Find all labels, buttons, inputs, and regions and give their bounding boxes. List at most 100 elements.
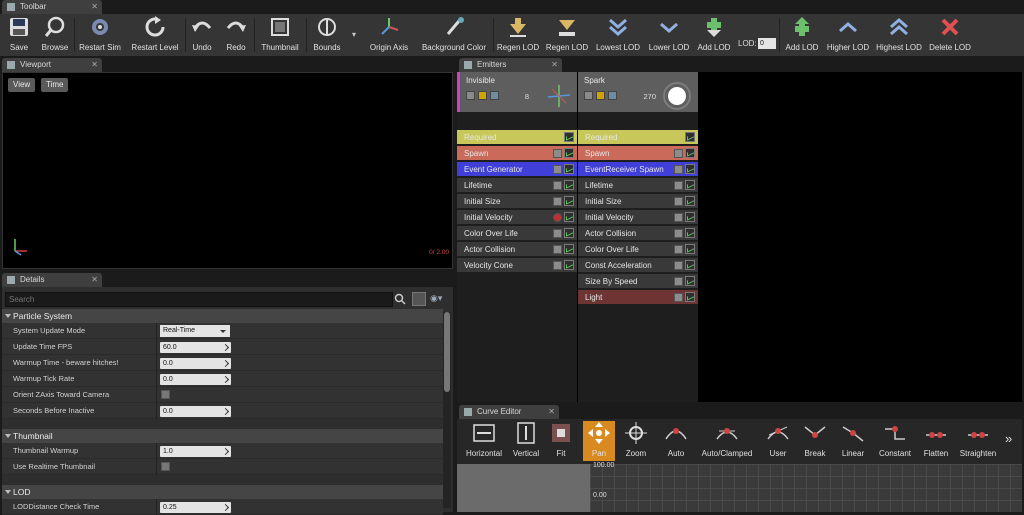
module-curve-icon[interactable] — [564, 148, 574, 158]
module-enable-checkbox[interactable] — [674, 293, 683, 302]
module-enable-checkbox[interactable] — [674, 197, 683, 206]
emitter-module-row[interactable]: Lifetime — [457, 178, 577, 193]
module-curve-icon[interactable] — [685, 292, 695, 302]
emitter-module-row[interactable]: EventReceiver Spawn — [578, 162, 698, 177]
emitter-module-row[interactable]: Event Generator — [457, 162, 577, 177]
module-enable-checkbox[interactable] — [674, 149, 683, 158]
tab-curve-editor[interactable]: Curve Editor ✕ — [459, 405, 559, 419]
emitter-module-row[interactable]: Velocity Cone — [457, 258, 577, 273]
emitter-module-row[interactable]: Spawn — [578, 146, 698, 161]
warmup-tick-rate-field[interactable]: 0.0 — [160, 374, 231, 385]
emitter-module-row[interactable]: Actor Collision — [578, 226, 698, 241]
module-curve-icon[interactable] — [564, 132, 574, 142]
warmup-time-field[interactable]: 0.0 — [160, 358, 231, 369]
module-enable-checkbox[interactable] — [674, 245, 683, 254]
system-update-mode-select[interactable]: Real-Time — [160, 325, 230, 337]
delete-lod-button[interactable]: Delete LOD — [928, 16, 972, 56]
lower-lod-button[interactable]: Lower LOD — [646, 16, 692, 56]
origin-axis-button[interactable]: Origin Axis — [366, 16, 412, 56]
emitter-module-row[interactable]: Required — [457, 130, 577, 145]
emitter-module-row[interactable]: Lifetime — [578, 178, 698, 193]
category-lod[interactable]: LOD — [2, 485, 443, 499]
tab-viewport[interactable]: Viewport ✕ — [2, 58, 102, 72]
module-enable-checkbox[interactable] — [674, 213, 683, 222]
emitter-render-mode-icon[interactable] — [596, 91, 605, 100]
close-icon[interactable]: ✕ — [548, 405, 555, 419]
emitter-solo-icon[interactable] — [490, 91, 499, 100]
constant-button[interactable]: Constant — [875, 421, 915, 461]
close-icon[interactable]: ✕ — [91, 273, 98, 287]
emitter-module-row[interactable]: Initial Size — [578, 194, 698, 209]
lod-value-input[interactable]: 0 — [758, 38, 776, 49]
emitter-solo-icon[interactable] — [608, 91, 617, 100]
viewport-canvas[interactable]: View Time 0/ 2.00 — [2, 72, 453, 269]
view-button[interactable]: View — [8, 78, 36, 92]
seconds-before-inactive-field[interactable]: 0.0 — [160, 406, 231, 417]
lowest-lod-button[interactable]: Lowest LOD — [594, 16, 642, 56]
tab-emitters[interactable]: Emitters ✕ — [459, 58, 562, 72]
bounds-dropdown-arrow-icon[interactable]: ▾ — [352, 30, 356, 39]
lod-distance-check-time-field[interactable]: 0.25 — [160, 502, 231, 513]
restart-sim-button[interactable]: Restart Sim — [77, 16, 123, 56]
browse-button[interactable]: Browse — [38, 16, 72, 56]
emitter-module-row[interactable]: Actor Collision — [457, 242, 577, 257]
emitter-header[interactable]: Invisible 8 — [457, 72, 577, 112]
emitter-module-row[interactable]: Initial Velocity — [457, 210, 577, 225]
category-thumbnail[interactable]: Thumbnail — [2, 429, 443, 443]
emitter-enable-checkbox[interactable] — [584, 91, 593, 100]
module-curve-icon[interactable] — [685, 180, 695, 190]
module-enable-checkbox[interactable] — [553, 213, 562, 222]
module-enable-checkbox[interactable] — [553, 197, 562, 206]
module-curve-icon[interactable] — [685, 196, 695, 206]
curve-graph-area[interactable] — [590, 464, 1022, 512]
module-curve-icon[interactable] — [685, 260, 695, 270]
restart-level-button[interactable]: Restart Level — [128, 16, 182, 56]
thumbnail-warmup-field[interactable]: 1.0 — [160, 446, 231, 457]
background-color-button[interactable]: Background Color — [416, 16, 492, 56]
module-enable-checkbox[interactable] — [553, 181, 562, 190]
module-enable-checkbox[interactable] — [553, 261, 562, 270]
redo-button[interactable]: Redo — [222, 16, 250, 56]
module-curve-icon[interactable] — [564, 244, 574, 254]
regen-lod-button-1[interactable]: Regen LOD — [496, 16, 540, 56]
update-time-fps-field[interactable]: 60.0 — [160, 342, 231, 353]
module-curve-icon[interactable] — [685, 148, 695, 158]
module-curve-icon[interactable] — [564, 196, 574, 206]
details-scrollbar[interactable] — [443, 312, 451, 508]
thumbnail-button[interactable]: Thumbnail — [258, 16, 302, 56]
zoom-button[interactable]: Zoom — [619, 421, 653, 461]
auto-button[interactable]: Auto — [659, 421, 693, 461]
tab-toolbar[interactable]: Toolbar ✕ — [2, 0, 102, 14]
module-curve-icon[interactable] — [564, 228, 574, 238]
emitter-module-row[interactable]: Color Over Life — [457, 226, 577, 241]
module-curve-icon[interactable] — [685, 244, 695, 254]
module-enable-checkbox[interactable] — [553, 149, 562, 158]
module-curve-icon[interactable] — [685, 276, 695, 286]
module-enable-checkbox[interactable] — [553, 165, 562, 174]
break-button[interactable]: Break — [799, 421, 831, 461]
add-lod-button-2[interactable]: Add LOD — [782, 16, 822, 56]
save-button[interactable]: Save — [4, 16, 34, 56]
flatten-button[interactable]: Flatten — [921, 421, 951, 461]
auto-clamped-button[interactable]: Auto/Clamped — [697, 421, 757, 461]
module-enable-checkbox[interactable] — [674, 277, 683, 286]
module-enable-checkbox[interactable] — [674, 165, 683, 174]
module-enable-checkbox[interactable] — [674, 181, 683, 190]
linear-button[interactable]: Linear — [837, 421, 869, 461]
tab-details[interactable]: Details ✕ — [2, 273, 102, 287]
use-realtime-thumbnail-checkbox[interactable] — [161, 462, 170, 471]
emitter-module-row[interactable]: Size By Speed — [578, 274, 698, 289]
emitter-module-row[interactable]: Light — [578, 290, 698, 305]
add-lod-button-1[interactable]: Add LOD — [696, 16, 732, 56]
module-enable-checkbox[interactable] — [674, 229, 683, 238]
emitter-header[interactable]: Spark 270 — [578, 72, 698, 112]
emitter-enable-checkbox[interactable] — [466, 91, 475, 100]
pan-button[interactable]: Pan — [583, 421, 615, 461]
module-curve-icon[interactable] — [685, 164, 695, 174]
horizontal-button[interactable]: Horizontal — [461, 421, 507, 461]
more-tools-icon[interactable]: » — [1005, 431, 1012, 446]
emitter-module-row[interactable]: Color Over Life — [578, 242, 698, 257]
visibility-eye-icon[interactable]: ◉▾ — [430, 293, 442, 304]
straighten-button[interactable]: Straighten — [957, 421, 999, 461]
search-icon[interactable] — [394, 293, 406, 305]
